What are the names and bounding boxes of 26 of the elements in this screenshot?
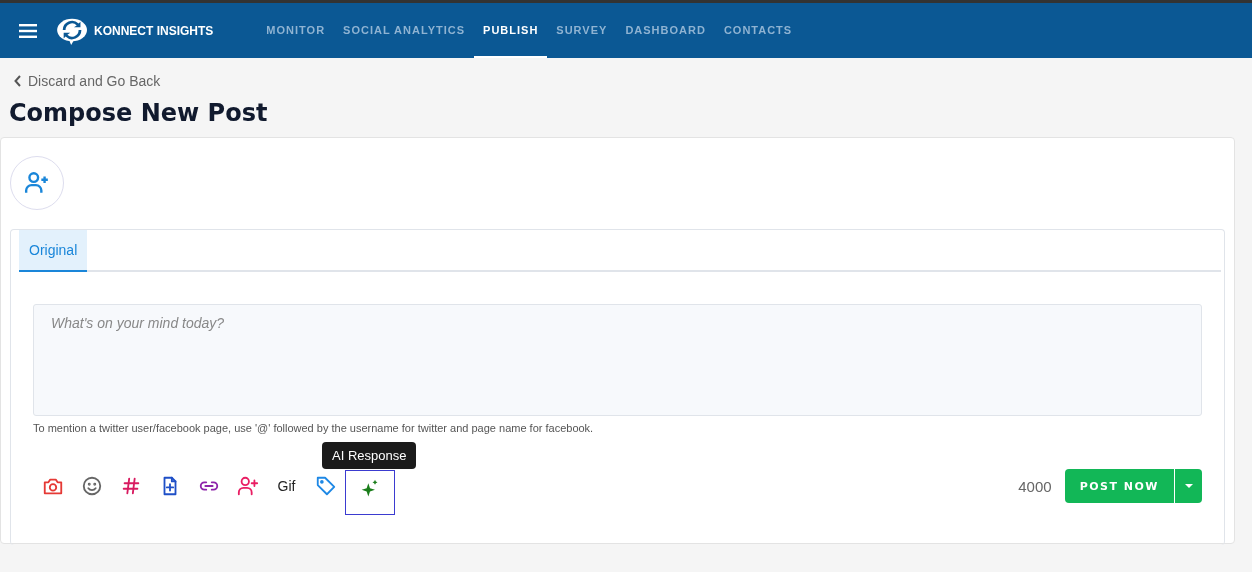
nav-tab[interactable]: CONTACTS — [714, 3, 802, 58]
post-now-button[interactable]: POST NOW — [1064, 469, 1174, 503]
user-add-icon — [236, 475, 259, 497]
logo-text: KONNECT INSIGHTS — [94, 23, 214, 38]
hint-text: To mention a twitter user/facebook page, use '@' followed by the username for twitter and page name for facebook. — [33, 422, 595, 434]
menu-icon[interactable] — [19, 23, 37, 38]
nav-tab[interactable]: SURVEY — [547, 3, 617, 58]
user-add-icon — [24, 170, 50, 196]
dropdown-button[interactable] — [1174, 469, 1202, 503]
nav-tab[interactable]: MONITOR — [257, 3, 335, 58]
character-count: 4000 — [1018, 477, 1052, 495]
caret-icon — [1184, 483, 1193, 489]
sparkle-icon — [360, 479, 380, 499]
back-link[interactable]: Discard and Go Back — [28, 73, 161, 89]
tag-icon — [314, 475, 337, 497]
back-chevron-icon[interactable] — [14, 75, 22, 87]
nav-tab[interactable]: PUBLISH — [474, 3, 548, 58]
nav-tab[interactable]: DASHBOARD — [616, 3, 715, 58]
tooltip: AI Response — [322, 442, 417, 469]
nav-tab[interactable]: SOCIAL ANALYTICS — [334, 3, 475, 58]
post-text-field[interactable]: What's on your mind today? — [33, 304, 1202, 416]
page-title: Compose New Post — [9, 99, 269, 127]
tab[interactable]: Original — [19, 230, 88, 272]
logo-icon — [56, 16, 90, 45]
smiley-icon — [80, 475, 103, 497]
gif-button[interactable]: Gif — [267, 470, 306, 502]
